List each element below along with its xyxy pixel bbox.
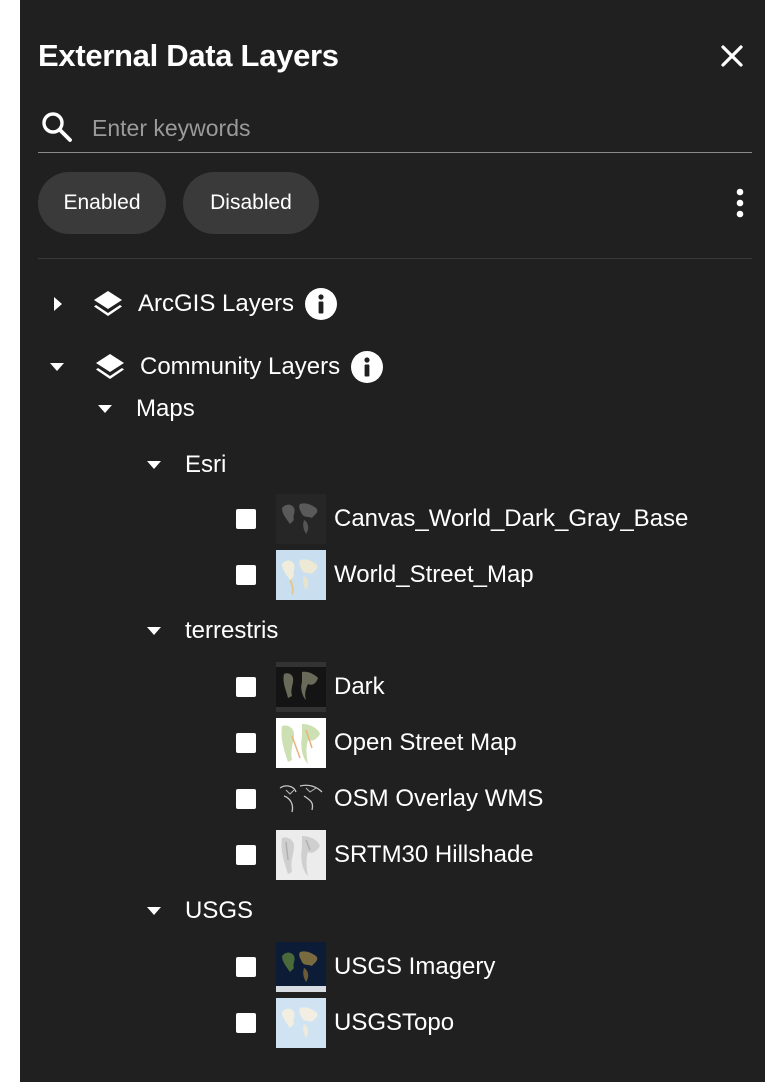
search-input[interactable]	[90, 110, 734, 146]
layers-icon	[94, 291, 122, 316]
search-bar	[38, 104, 752, 153]
more-options-button[interactable]	[728, 185, 752, 221]
tree-node-label: terrestris	[185, 617, 279, 644]
layer-label: USGS Imagery	[334, 953, 496, 980]
chevron-down-icon[interactable]	[98, 405, 112, 413]
dark-map-thumbnail	[276, 662, 326, 712]
layer-checkbox[interactable]	[236, 789, 256, 809]
tree-node-label: USGS	[185, 897, 254, 924]
layer-checkbox[interactable]	[236, 845, 256, 865]
osm-thumbnail	[276, 718, 326, 768]
search-icon	[42, 112, 72, 142]
info-icon[interactable]	[304, 287, 338, 321]
imagery-thumbnail	[276, 942, 326, 992]
layer-item-dark[interactable]: Dark	[236, 662, 385, 712]
layer-item-osm-overlay-wms[interactable]: OSM Overlay WMS	[236, 774, 544, 824]
tree-node-terrestris[interactable]: terrestris	[147, 609, 278, 653]
panel-title: External Data Layers	[38, 38, 339, 73]
chevron-down-icon[interactable]	[147, 627, 161, 635]
close-icon	[721, 45, 743, 67]
chevron-down-icon[interactable]	[147, 461, 161, 469]
layer-label: Canvas_World_Dark_Gray_Base	[334, 505, 689, 532]
info-icon[interactable]	[350, 350, 384, 384]
dark-gray-world-thumbnail	[276, 494, 326, 544]
enabled-filter-chip[interactable]: Enabled	[38, 172, 166, 234]
layer-item-usgs-topo[interactable]: USGSTopo	[236, 998, 455, 1048]
filter-bar: Enabled Disabled	[38, 172, 752, 234]
external-data-layers-panel: External Data Layers Enabled Disabled	[20, 0, 765, 1082]
tree-node-maps[interactable]: Maps	[98, 387, 195, 431]
more-vert-icon	[736, 188, 744, 218]
layer-checkbox[interactable]	[236, 957, 256, 977]
tree-node-label: Esri	[185, 451, 227, 478]
layer-label: World_Street_Map	[334, 561, 534, 588]
layer-checkbox[interactable]	[236, 733, 256, 753]
layer-item-srtm30-hillshade[interactable]: SRTM30 Hillshade	[236, 830, 534, 880]
hillshade-thumbnail	[276, 830, 326, 880]
tree-node-community-layers[interactable]: Community Layers	[50, 345, 384, 389]
layer-label: SRTM30 Hillshade	[334, 841, 534, 868]
osm-overlay-thumbnail	[276, 774, 326, 824]
layer-checkbox[interactable]	[236, 1013, 256, 1033]
disabled-filter-chip[interactable]: Disabled	[183, 172, 319, 234]
chevron-down-icon[interactable]	[147, 907, 161, 915]
layer-item-canvas-world-dark-gray-base[interactable]: Canvas_World_Dark_Gray_Base	[236, 494, 689, 544]
layer-checkbox[interactable]	[236, 677, 256, 697]
layer-item-open-street-map[interactable]: Open Street Map	[236, 718, 517, 768]
close-button[interactable]	[716, 40, 748, 72]
street-map-thumbnail	[276, 550, 326, 600]
layers-icon	[96, 354, 124, 379]
tree-node-label: Maps	[136, 395, 195, 422]
tree-node-label: ArcGIS Layers	[138, 290, 295, 317]
divider	[38, 258, 752, 259]
layer-label: OSM Overlay WMS	[334, 785, 544, 812]
tree-node-usgs[interactable]: USGS	[147, 889, 253, 933]
layer-item-usgs-imagery[interactable]: USGS Imagery	[236, 942, 496, 992]
layer-checkbox[interactable]	[236, 509, 256, 529]
topo-thumbnail	[276, 998, 326, 1048]
tree-node-arcgis-layers[interactable]: ArcGIS Layers	[54, 282, 338, 326]
chevron-down-icon[interactable]	[50, 363, 64, 371]
tree-node-esri[interactable]: Esri	[147, 443, 226, 487]
layer-label: USGSTopo	[334, 1009, 455, 1036]
layer-checkbox[interactable]	[236, 565, 256, 585]
chevron-right-icon[interactable]	[54, 297, 62, 311]
layer-label: Open Street Map	[334, 729, 517, 756]
panel-header: External Data Layers	[38, 36, 748, 76]
layer-label: Dark	[334, 673, 385, 700]
layer-item-world-street-map[interactable]: World_Street_Map	[236, 550, 534, 600]
tree-node-label: Community Layers	[140, 353, 341, 380]
